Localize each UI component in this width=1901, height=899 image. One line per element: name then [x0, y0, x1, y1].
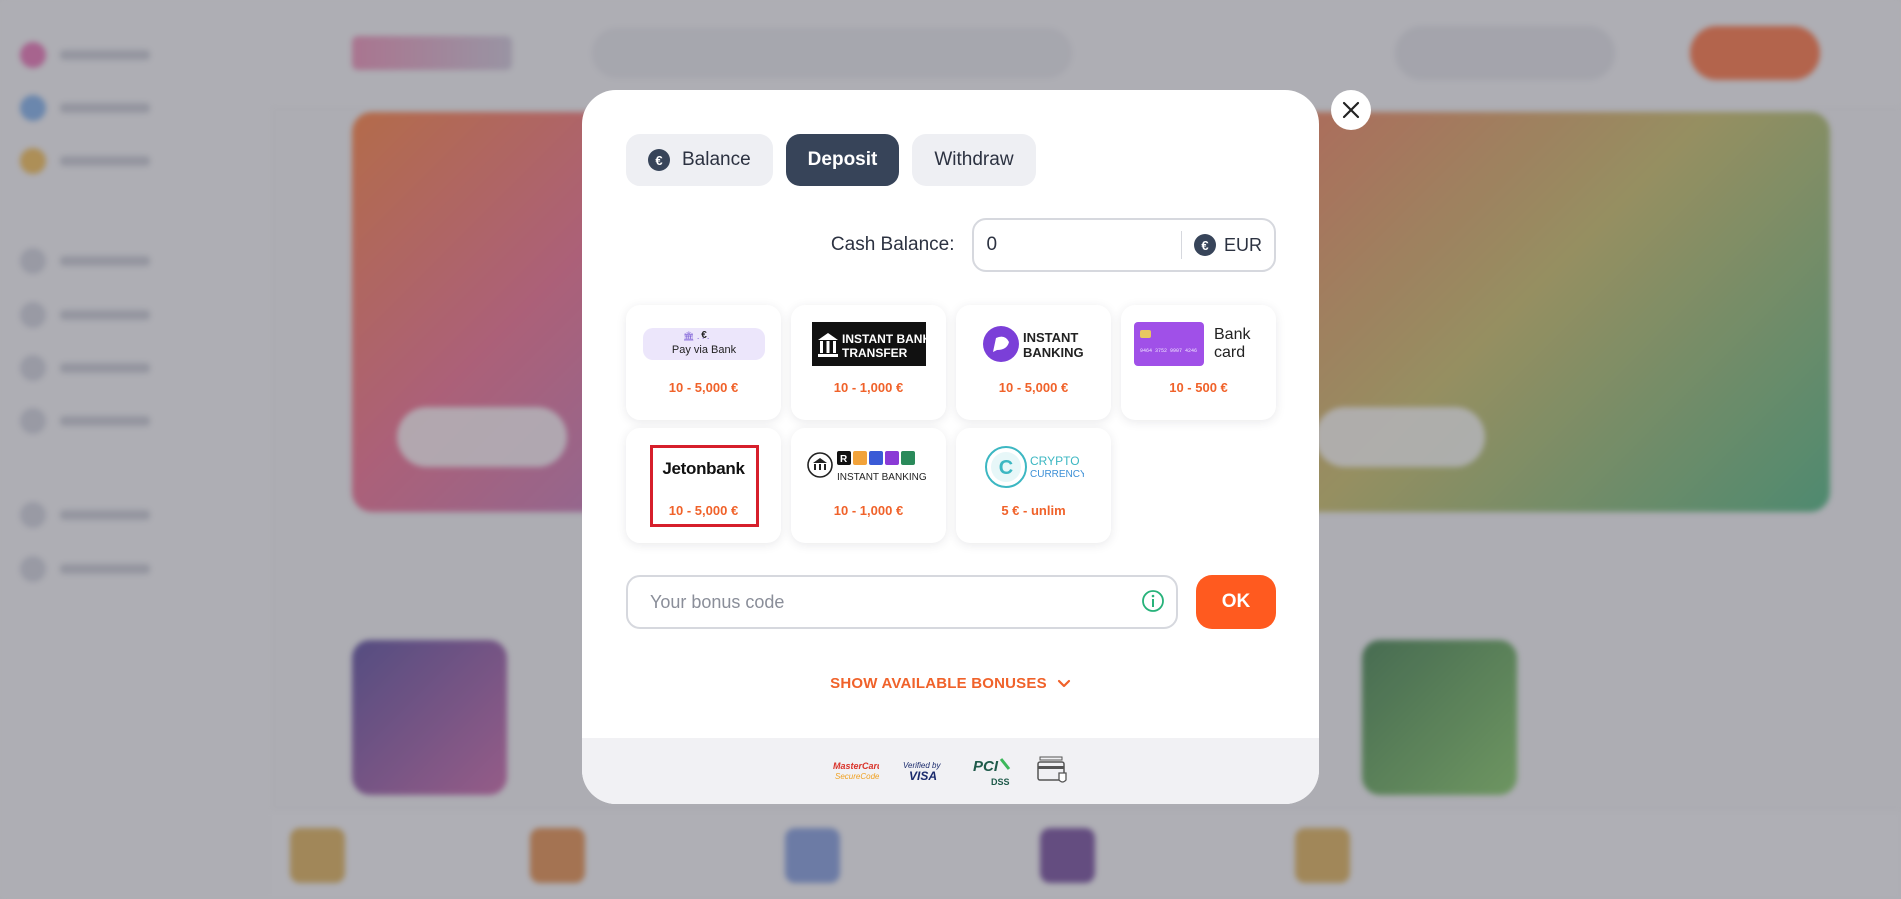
payment-range: 10 - 500 €	[1169, 380, 1228, 395]
svg-text:TRANSFER: TRANSFER	[842, 346, 908, 360]
payment-method-bank-card[interactable]: 9464 3752 9907 4246 Bank card 10 - 500 €	[1121, 305, 1276, 420]
pci-dss-icon: PCI DSS	[973, 758, 1010, 787]
svg-text:€: €	[701, 330, 707, 341]
svg-text:CURRENCY: CURRENCY	[1030, 469, 1084, 480]
show-available-bonuses-label: SHOW AVAILABLE BONUSES	[830, 675, 1047, 692]
tab-withdraw-label: Withdraw	[934, 149, 1014, 170]
bank-icons-group: R INSTANT BANKING	[806, 451, 927, 483]
pci-dss-logo: PCI DSS	[973, 755, 1013, 787]
tab-balance[interactable]: € Balance	[626, 134, 773, 186]
instant-banking-logo: INSTANT BANKING	[956, 323, 1111, 365]
svg-text:VISA: VISA	[909, 769, 937, 783]
show-available-bonuses-button[interactable]: SHOW AVAILABLE BONUSES	[582, 675, 1319, 692]
cash-balance-row: Cash Balance: 0 € EUR	[822, 218, 1276, 272]
payment-method-jetonbank[interactable]: Jetonbank 10 - 5,000 €	[626, 428, 781, 543]
cashier-tabs: € Balance Deposit Withdraw	[626, 134, 1036, 186]
svg-text:INSTANT: INSTANT	[1023, 330, 1078, 345]
instant-banking-icon: INSTANT BANKING	[982, 326, 1084, 362]
svg-text:CRYPTO: CRYPTO	[1030, 454, 1080, 468]
payment-method-instant-bank-transfer[interactable]: INSTANT BANK TRANSFER 10 - 1,000 €	[791, 305, 946, 420]
tab-deposit[interactable]: Deposit	[785, 134, 900, 186]
verified-by-visa-logo: Verified by VISA	[903, 759, 949, 783]
cash-balance-field: 0 € EUR	[972, 218, 1276, 272]
bonus-code-row: OK	[626, 575, 1276, 629]
payment-range: 5 € - unlim	[1001, 503, 1066, 518]
mastercard-securecode-icon: MasterCard SecureCode	[833, 761, 879, 781]
tab-deposit-label: Deposit	[807, 149, 878, 170]
payment-modal: € Balance Deposit Withdraw Cash Balance:…	[582, 90, 1319, 804]
payment-range: 10 - 5,000 €	[668, 503, 739, 518]
currency-indicator: € EUR	[1182, 234, 1274, 256]
payment-method-crypto-currency[interactable]: C CRYPTO CURRENCY 5 € - unlim	[956, 428, 1111, 543]
bonus-code-input[interactable]	[626, 575, 1178, 629]
chevron-down-icon	[1057, 679, 1070, 687]
svg-text:Pay via Bank: Pay via Bank	[671, 344, 736, 356]
cash-balance-value: 0	[986, 234, 998, 255]
euro-icon: €	[1193, 234, 1216, 256]
svg-text:9464 3752 9907 4246: 9464 3752 9907 4246	[1140, 348, 1197, 354]
bonus-ok-button[interactable]: OK	[1196, 575, 1276, 629]
payment-range: 10 - 1,000 €	[833, 380, 904, 395]
tab-withdraw[interactable]: Withdraw	[912, 134, 1036, 186]
svg-text:DSS: DSS	[991, 777, 1010, 787]
svg-text:C: C	[998, 457, 1012, 479]
payment-range: 10 - 5,000 €	[998, 380, 1069, 395]
payment-method-instant-banking[interactable]: INSTANT BANKING 10 - 5,000 €	[956, 305, 1111, 420]
payment-range: 10 - 5,000 €	[668, 380, 739, 395]
tab-balance-label: Balance	[682, 149, 751, 170]
instant-bank-transfer-logo: INSTANT BANK TRANSFER	[791, 322, 946, 366]
jetonbank-logo: Jetonbank	[626, 448, 781, 490]
security-certifications: MasterCard SecureCode Verified by VISA P…	[582, 738, 1319, 804]
close-button[interactable]	[1331, 90, 1371, 130]
cash-balance-label: Cash Balance:	[830, 234, 955, 255]
verified-by-visa-icon: Verified by VISA	[903, 761, 942, 783]
svg-text:SecureCode: SecureCode	[835, 772, 879, 781]
crypto-coin-icon: C CRYPTO CURRENCY	[984, 446, 1084, 488]
payment-method-pay-via-bank[interactable]: 🏛 . . . € Pay via Bank 10 - 5,000 €	[626, 305, 781, 420]
instant-banking-2-logo: R INSTANT BANKING	[791, 446, 946, 488]
euro-icon: €	[648, 149, 670, 171]
crypto-currency-logo: C CRYPTO CURRENCY	[956, 446, 1111, 488]
secure-card-logo	[1036, 755, 1069, 787]
credit-card-icon: 9464 3752 9907 4246 Bank card	[1133, 322, 1251, 366]
svg-text:INSTANT BANK: INSTANT BANK	[842, 332, 926, 346]
payment-range: 10 - 1,000 €	[833, 503, 904, 518]
svg-text:BANKING: BANKING	[1023, 345, 1084, 360]
svg-text:Bank: Bank	[1214, 326, 1251, 343]
jetonbank-logo-text: Jetonbank	[662, 459, 745, 478]
pay-via-bank-logo: 🏛 . . . € Pay via Bank	[626, 323, 781, 365]
secure-card-icon	[1036, 756, 1067, 783]
svg-text:PCI: PCI	[973, 758, 999, 775]
bank-building-icon: INSTANT BANK TRANSFER	[811, 322, 926, 366]
pay-via-bank-logo-icon: 🏛 . . . € Pay via Bank	[642, 328, 765, 360]
info-icon[interactable]	[1141, 589, 1165, 613]
close-icon	[1342, 101, 1360, 119]
payment-method-instant-banking-2[interactable]: R INSTANT BANKING 10 - 1,000 €	[791, 428, 946, 543]
bank-card-logo: 9464 3752 9907 4246 Bank card	[1121, 322, 1276, 366]
mastercard-securecode-logo: MasterCard SecureCode	[833, 760, 879, 782]
currency-code: EUR	[1223, 234, 1262, 255]
svg-text:R: R	[840, 454, 848, 465]
svg-text:MasterCard: MasterCard	[833, 761, 879, 771]
svg-text:INSTANT BANKING: INSTANT BANKING	[837, 472, 927, 483]
svg-text:card: card	[1214, 344, 1245, 361]
